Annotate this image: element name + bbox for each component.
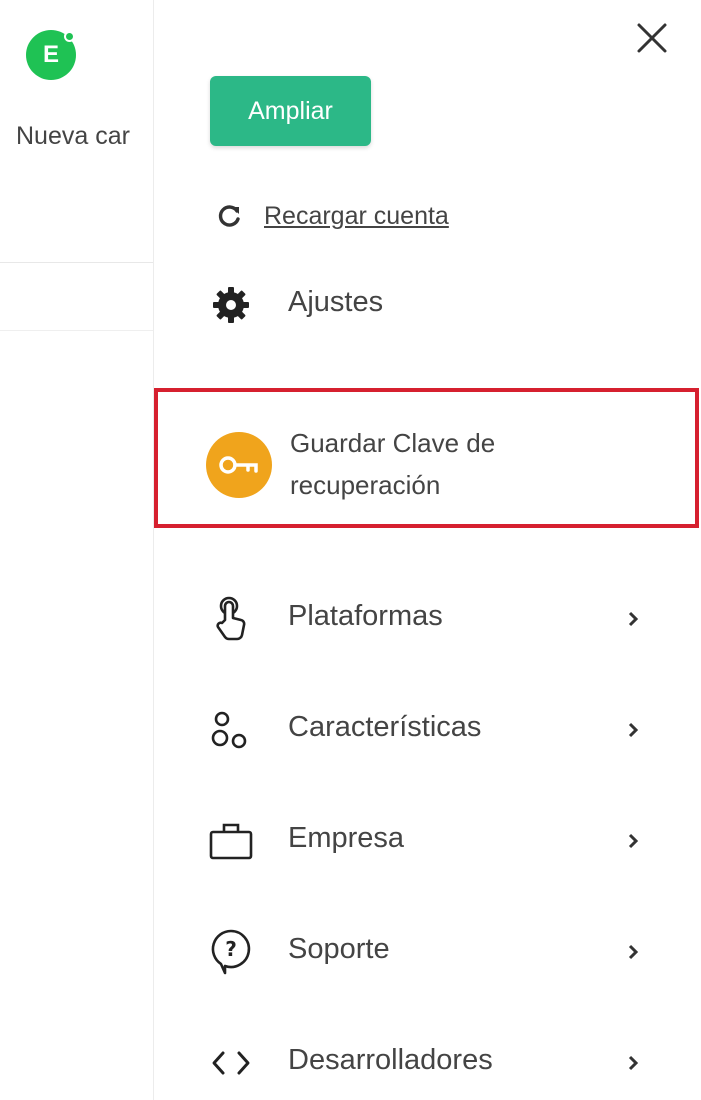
menu-item-label: Características xyxy=(288,711,482,743)
touch-hand-icon xyxy=(206,594,256,644)
reload-account-link[interactable]: Recargar cuenta xyxy=(264,202,449,231)
menu-item-support[interactable]: ? Soporte xyxy=(154,927,701,977)
save-recovery-key-line1: Guardar Clave de xyxy=(290,428,496,458)
save-recovery-key-item[interactable]: Guardar Clave de recuperación xyxy=(154,388,699,528)
reload-account[interactable]: Recargar cuenta xyxy=(216,196,449,236)
settings-label: Ajustes xyxy=(288,286,384,318)
chevron-right-icon xyxy=(622,608,644,630)
menu-item-label: Soporte xyxy=(288,933,390,965)
menu-item-label: Plataformas xyxy=(288,600,443,632)
divider xyxy=(0,262,155,263)
code-icon xyxy=(206,1038,256,1088)
svg-text:?: ? xyxy=(225,937,237,961)
save-recovery-key-label: Guardar Clave de recuperación xyxy=(290,422,590,506)
close-icon xyxy=(637,23,667,53)
chevron-right-icon xyxy=(622,1052,644,1074)
settings-item[interactable]: Ajustes xyxy=(154,280,701,330)
divider xyxy=(0,330,155,331)
help-bubble-icon: ? xyxy=(206,927,256,977)
avatar[interactable]: E xyxy=(26,30,76,80)
reload-icon xyxy=(216,202,244,230)
menu-item-developers[interactable]: Desarrolladores xyxy=(154,1038,701,1088)
menu-item-label: Desarrolladores xyxy=(288,1044,493,1076)
avatar-letter: E xyxy=(42,41,59,68)
menu-item-features[interactable]: Características xyxy=(154,705,701,755)
chevron-right-icon xyxy=(622,830,644,852)
account-drawer: Ampliar Recargar cuenta Ajustes Guardar … xyxy=(153,0,701,1100)
menu-item-platforms[interactable]: Plataformas xyxy=(154,594,701,644)
menu-item-company[interactable]: Empresa xyxy=(154,816,701,866)
chevron-right-icon xyxy=(622,941,644,963)
expand-button[interactable]: Ampliar xyxy=(210,76,371,146)
avatar-status-dot xyxy=(64,31,75,42)
key-icon xyxy=(206,432,272,498)
features-icon xyxy=(206,705,256,755)
gear-icon xyxy=(206,280,256,330)
save-recovery-key-line2: recuperación xyxy=(290,470,441,500)
menu-item-label: Empresa xyxy=(288,822,405,854)
close-button[interactable] xyxy=(632,18,672,58)
chevron-right-icon xyxy=(622,719,644,741)
background-page: E Nueva car xyxy=(0,0,155,1100)
new-item-label[interactable]: Nueva car xyxy=(16,122,155,151)
briefcase-icon xyxy=(206,816,256,866)
